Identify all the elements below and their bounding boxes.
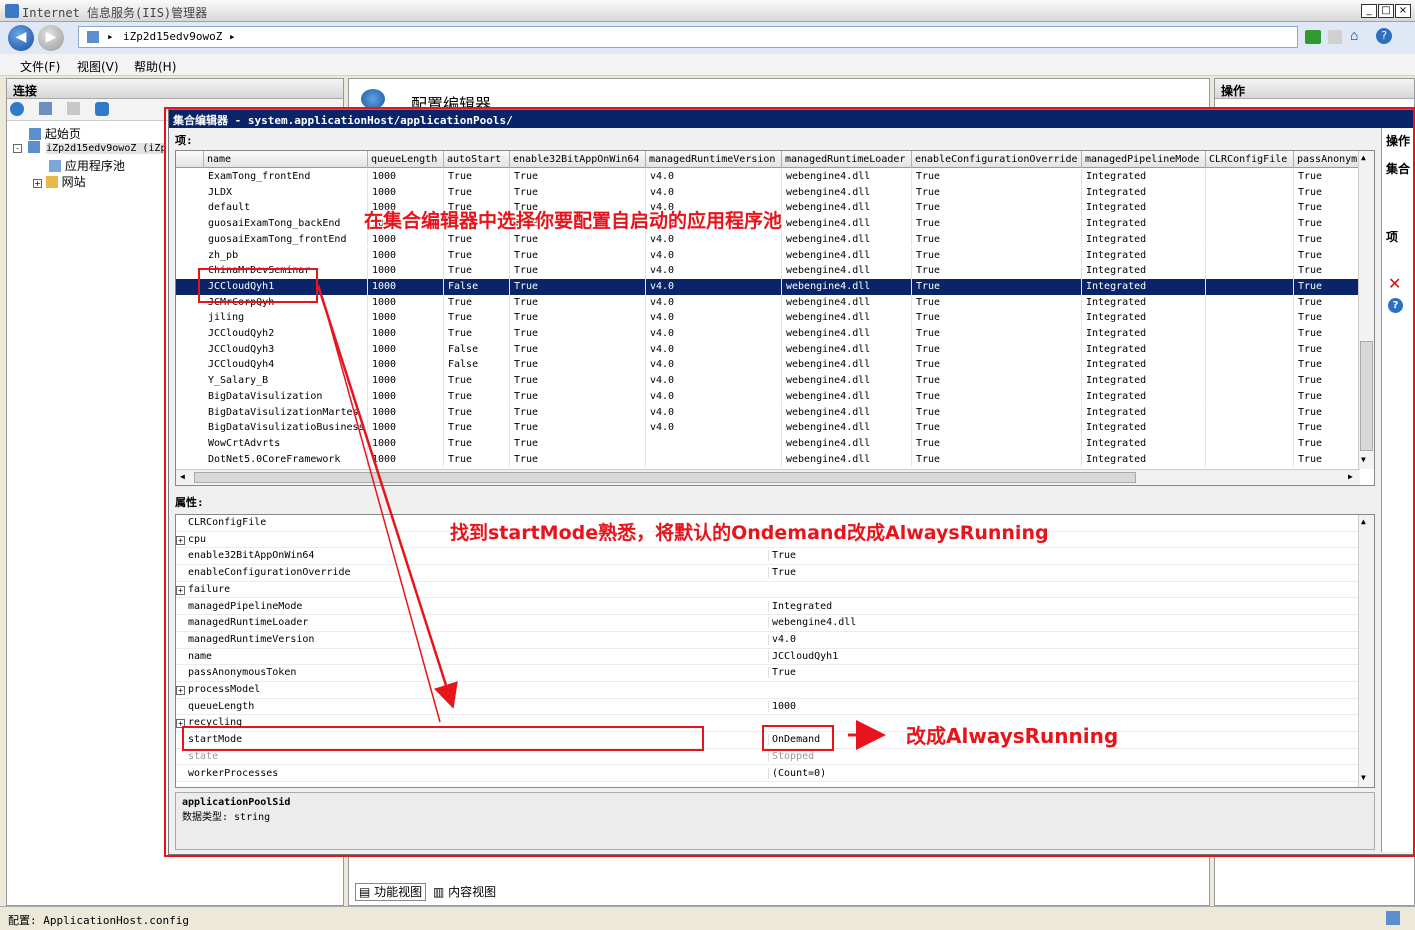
annotation-find-startmode: 找到startMode熟悉，将默认的Ondemand改成AlwaysRunnin…	[450, 522, 1049, 544]
annotation-arrow	[316, 284, 458, 709]
annotation-select-pool: 在集合编辑器中选择你要配置自启动的应用程序池	[364, 210, 783, 232]
annotation-arrow	[321, 295, 441, 723]
annotation-change-value: 改成AlwaysRunning	[906, 724, 1119, 748]
annotation-arrows	[316, 284, 886, 750]
